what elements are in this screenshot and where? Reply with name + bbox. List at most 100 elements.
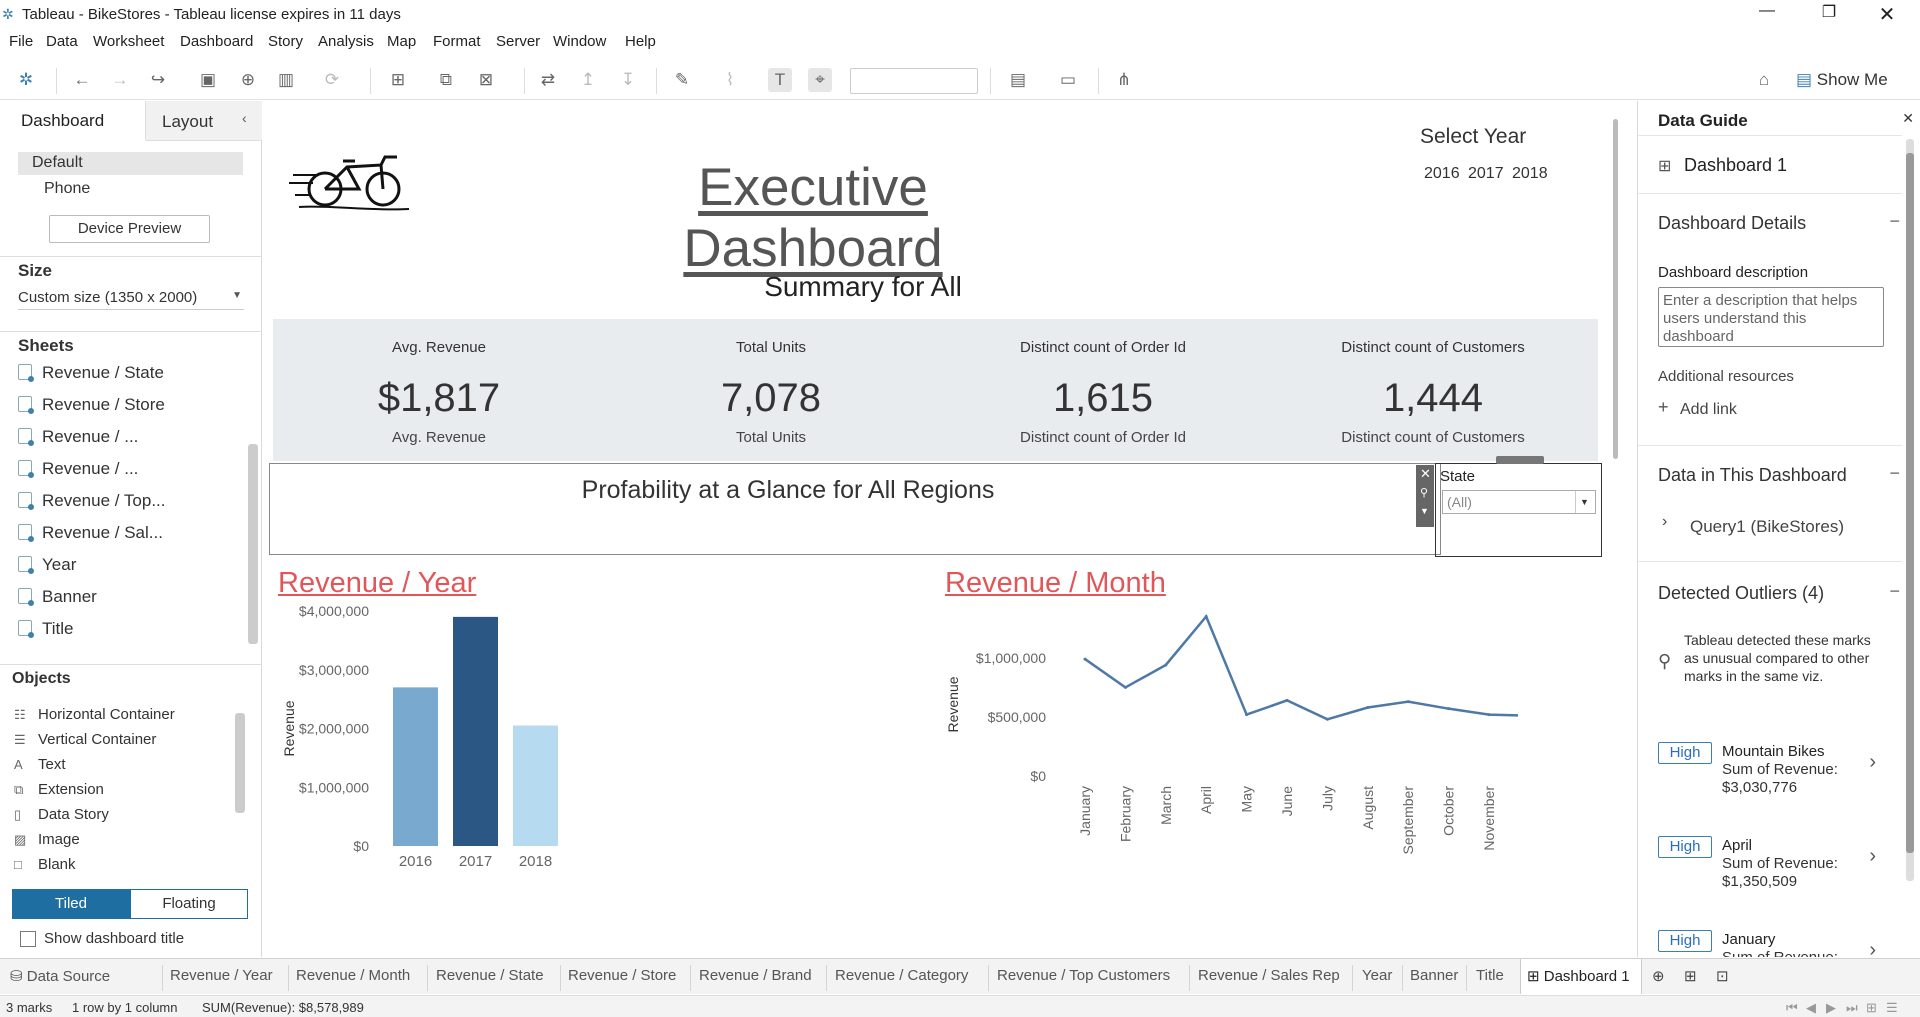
sort-desc-icon[interactable]: ↧ bbox=[616, 68, 640, 92]
new-story-icon[interactable]: ⊡ bbox=[1716, 967, 1729, 989]
tab-dashboard-1-active[interactable]: ⊞ Dashboard 1 bbox=[1520, 959, 1642, 994]
menu-format[interactable]: Format bbox=[433, 33, 481, 50]
sheet-item[interactable]: Revenue / Store bbox=[18, 395, 165, 423]
data-guide-scrollbar[interactable] bbox=[1906, 139, 1914, 881]
outlier-item[interactable]: High Mountain Bikes Sum of Revenue: $3,0… bbox=[1638, 731, 1902, 811]
sheet-item[interactable]: Revenue / ... bbox=[18, 427, 138, 455]
menu-map[interactable]: Map bbox=[387, 33, 416, 50]
new-worksheet-icon[interactable]: ⊞ bbox=[386, 68, 410, 92]
floating-button[interactable]: Floating bbox=[130, 889, 248, 919]
sheet-tab[interactable]: Revenue / Year bbox=[170, 967, 273, 989]
objects-scrollbar[interactable] bbox=[235, 713, 245, 813]
pin-icon[interactable]: ⚲ bbox=[1420, 486, 1428, 499]
revenue-year-chart[interactable]: $0 $1,000,000 $2,000,000 $3,000,000 $4,000,0… bbox=[273, 601, 833, 946]
close-window-button[interactable]: ✕ bbox=[1864, 2, 1910, 26]
sheet-tab[interactable]: Year bbox=[1362, 967, 1392, 989]
scroll-thumb[interactable] bbox=[1906, 153, 1914, 853]
object-data-story[interactable]: ▯ Data Story bbox=[14, 806, 109, 823]
show-title-checkbox[interactable] bbox=[20, 931, 36, 947]
minimize-button[interactable]: — bbox=[1744, 2, 1790, 26]
tableau-home-icon[interactable]: ✲ bbox=[14, 68, 38, 92]
object-image[interactable]: ▨ Image bbox=[14, 831, 80, 848]
show-me-button[interactable]: ▤ Show Me bbox=[1796, 70, 1888, 90]
outlier-item[interactable]: High April Sum of Revenue: $1,350,509 › bbox=[1638, 825, 1902, 905]
revenue-month-chart[interactable]: $0 $500,000 $1,000,000 Revenue January Februa… bbox=[938, 601, 1518, 946]
new-dashboard-icon[interactable]: ⊞ bbox=[1684, 967, 1697, 989]
replay-icon[interactable]: ↪ bbox=[146, 68, 170, 92]
nav-prev-icon[interactable]: ◀ bbox=[1806, 1000, 1816, 1016]
sheet-item[interactable]: Title bbox=[18, 619, 74, 647]
nav-next-icon[interactable]: ▶ bbox=[1826, 1000, 1836, 1016]
sheets-scrollbar[interactable] bbox=[248, 444, 258, 644]
swap-icon[interactable]: ⇄ bbox=[536, 68, 560, 92]
refresh-icon[interactable]: ⟳ bbox=[320, 68, 344, 92]
revenue-year-title[interactable]: Revenue / Year bbox=[278, 567, 476, 600]
object-vertical-container[interactable]: ☰ Vertical Container bbox=[14, 731, 156, 748]
device-preview-button[interactable]: Device Preview bbox=[49, 215, 210, 243]
sheet-tab[interactable]: Title bbox=[1476, 967, 1504, 989]
canvas-scrollbar[interactable] bbox=[1613, 119, 1618, 459]
menu-file[interactable]: File bbox=[9, 33, 33, 50]
maximize-button[interactable]: ❐ bbox=[1806, 2, 1852, 26]
tab-data-source[interactable]: ⛁ Data Source bbox=[10, 967, 110, 989]
list-view-icon[interactable]: ☰ bbox=[1886, 1000, 1898, 1016]
menu-data[interactable]: Data bbox=[46, 33, 78, 50]
object-extension[interactable]: ⧉ Extension bbox=[14, 781, 104, 798]
sheet-tab[interactable]: Revenue / Sales Rep bbox=[1198, 967, 1340, 989]
sheet-item[interactable]: Revenue / Top... bbox=[18, 491, 166, 519]
sheet-tab[interactable]: Revenue / State bbox=[436, 967, 544, 989]
new-datasource-icon[interactable]: ⊕ bbox=[236, 68, 260, 92]
redo-icon[interactable]: → bbox=[108, 68, 132, 92]
clear-sheet-icon[interactable]: ⊠ bbox=[474, 68, 498, 92]
close-icon[interactable]: ✕ bbox=[1420, 466, 1431, 482]
share-icon[interactable]: ⋔ bbox=[1112, 68, 1136, 92]
sheet-item[interactable]: Revenue / ... bbox=[18, 459, 138, 487]
grid-view-icon[interactable]: ⊞ bbox=[1866, 1000, 1877, 1016]
size-dropdown[interactable]: Custom size (1350 x 2000) ▼ bbox=[18, 288, 244, 310]
group-icon[interactable]: ⌇ bbox=[718, 68, 742, 92]
device-default[interactable]: Default bbox=[18, 152, 243, 175]
format-painter-icon[interactable]: ⌂ bbox=[1752, 68, 1776, 92]
tiled-button[interactable]: Tiled bbox=[12, 889, 130, 919]
menu-story[interactable]: Story bbox=[268, 33, 303, 50]
fit-dropdown[interactable] bbox=[850, 68, 978, 94]
chevron-down-icon[interactable]: ▼ bbox=[1420, 506, 1429, 516]
collapse-icon[interactable]: − bbox=[1889, 581, 1900, 602]
add-icon[interactable]: + bbox=[1658, 397, 1669, 418]
nav-last-icon[interactable]: ⏭ bbox=[1846, 1000, 1858, 1016]
undo-icon[interactable]: ← bbox=[70, 68, 94, 92]
fix-axes-icon[interactable]: ⌖ bbox=[808, 68, 832, 92]
chevron-right-icon[interactable]: › bbox=[1662, 513, 1667, 531]
highlight-icon[interactable]: ✎ bbox=[670, 68, 694, 92]
menu-window[interactable]: Window bbox=[553, 33, 606, 50]
tab-layout[interactable]: Layout ‹ bbox=[146, 101, 262, 141]
object-horizontal-container[interactable]: ☷ Horizontal Container bbox=[14, 706, 175, 723]
show-cards-icon[interactable]: ▤ bbox=[1006, 68, 1030, 92]
sort-asc-icon[interactable]: ↥ bbox=[576, 68, 600, 92]
sheet-item[interactable]: Revenue / Sal... bbox=[18, 523, 163, 551]
drag-handle[interactable] bbox=[1496, 456, 1544, 464]
menu-worksheet[interactable]: Worksheet bbox=[93, 33, 164, 50]
year-option-2017[interactable]: 2017 bbox=[1468, 165, 1504, 183]
menu-dashboard[interactable]: Dashboard bbox=[180, 33, 253, 50]
device-phone[interactable]: Phone bbox=[44, 180, 90, 198]
outlier-item[interactable]: High January Sum of Revenue: › bbox=[1638, 919, 1902, 957]
save-icon[interactable]: ▣ bbox=[196, 68, 220, 92]
close-icon[interactable]: ✕ bbox=[1902, 110, 1914, 127]
object-text[interactable]: A Text bbox=[14, 756, 66, 773]
show-labels-icon[interactable]: T bbox=[768, 68, 792, 92]
state-filter[interactable]: State (All) ▼ bbox=[1435, 456, 1602, 557]
collapse-icon[interactable]: − bbox=[1889, 211, 1900, 232]
collapse-panel-icon[interactable]: ‹ bbox=[242, 110, 247, 126]
sheet-tab[interactable]: Revenue / Category bbox=[835, 967, 968, 989]
sheet-tab[interactable]: Banner bbox=[1410, 967, 1458, 989]
sheet-tab[interactable]: Revenue / Brand bbox=[699, 967, 812, 989]
add-link[interactable]: Add link bbox=[1680, 401, 1737, 419]
collapse-icon[interactable]: − bbox=[1889, 463, 1900, 484]
menu-help[interactable]: Help bbox=[625, 33, 656, 50]
menu-analysis[interactable]: Analysis bbox=[318, 33, 374, 50]
query-item[interactable]: Query1 (BikeStores) bbox=[1690, 517, 1844, 537]
nav-first-icon[interactable]: ⏮ bbox=[1786, 1000, 1798, 1016]
presentation-icon[interactable]: ▭ bbox=[1056, 68, 1080, 92]
sheet-tab[interactable]: Revenue / Top Customers bbox=[997, 967, 1170, 989]
